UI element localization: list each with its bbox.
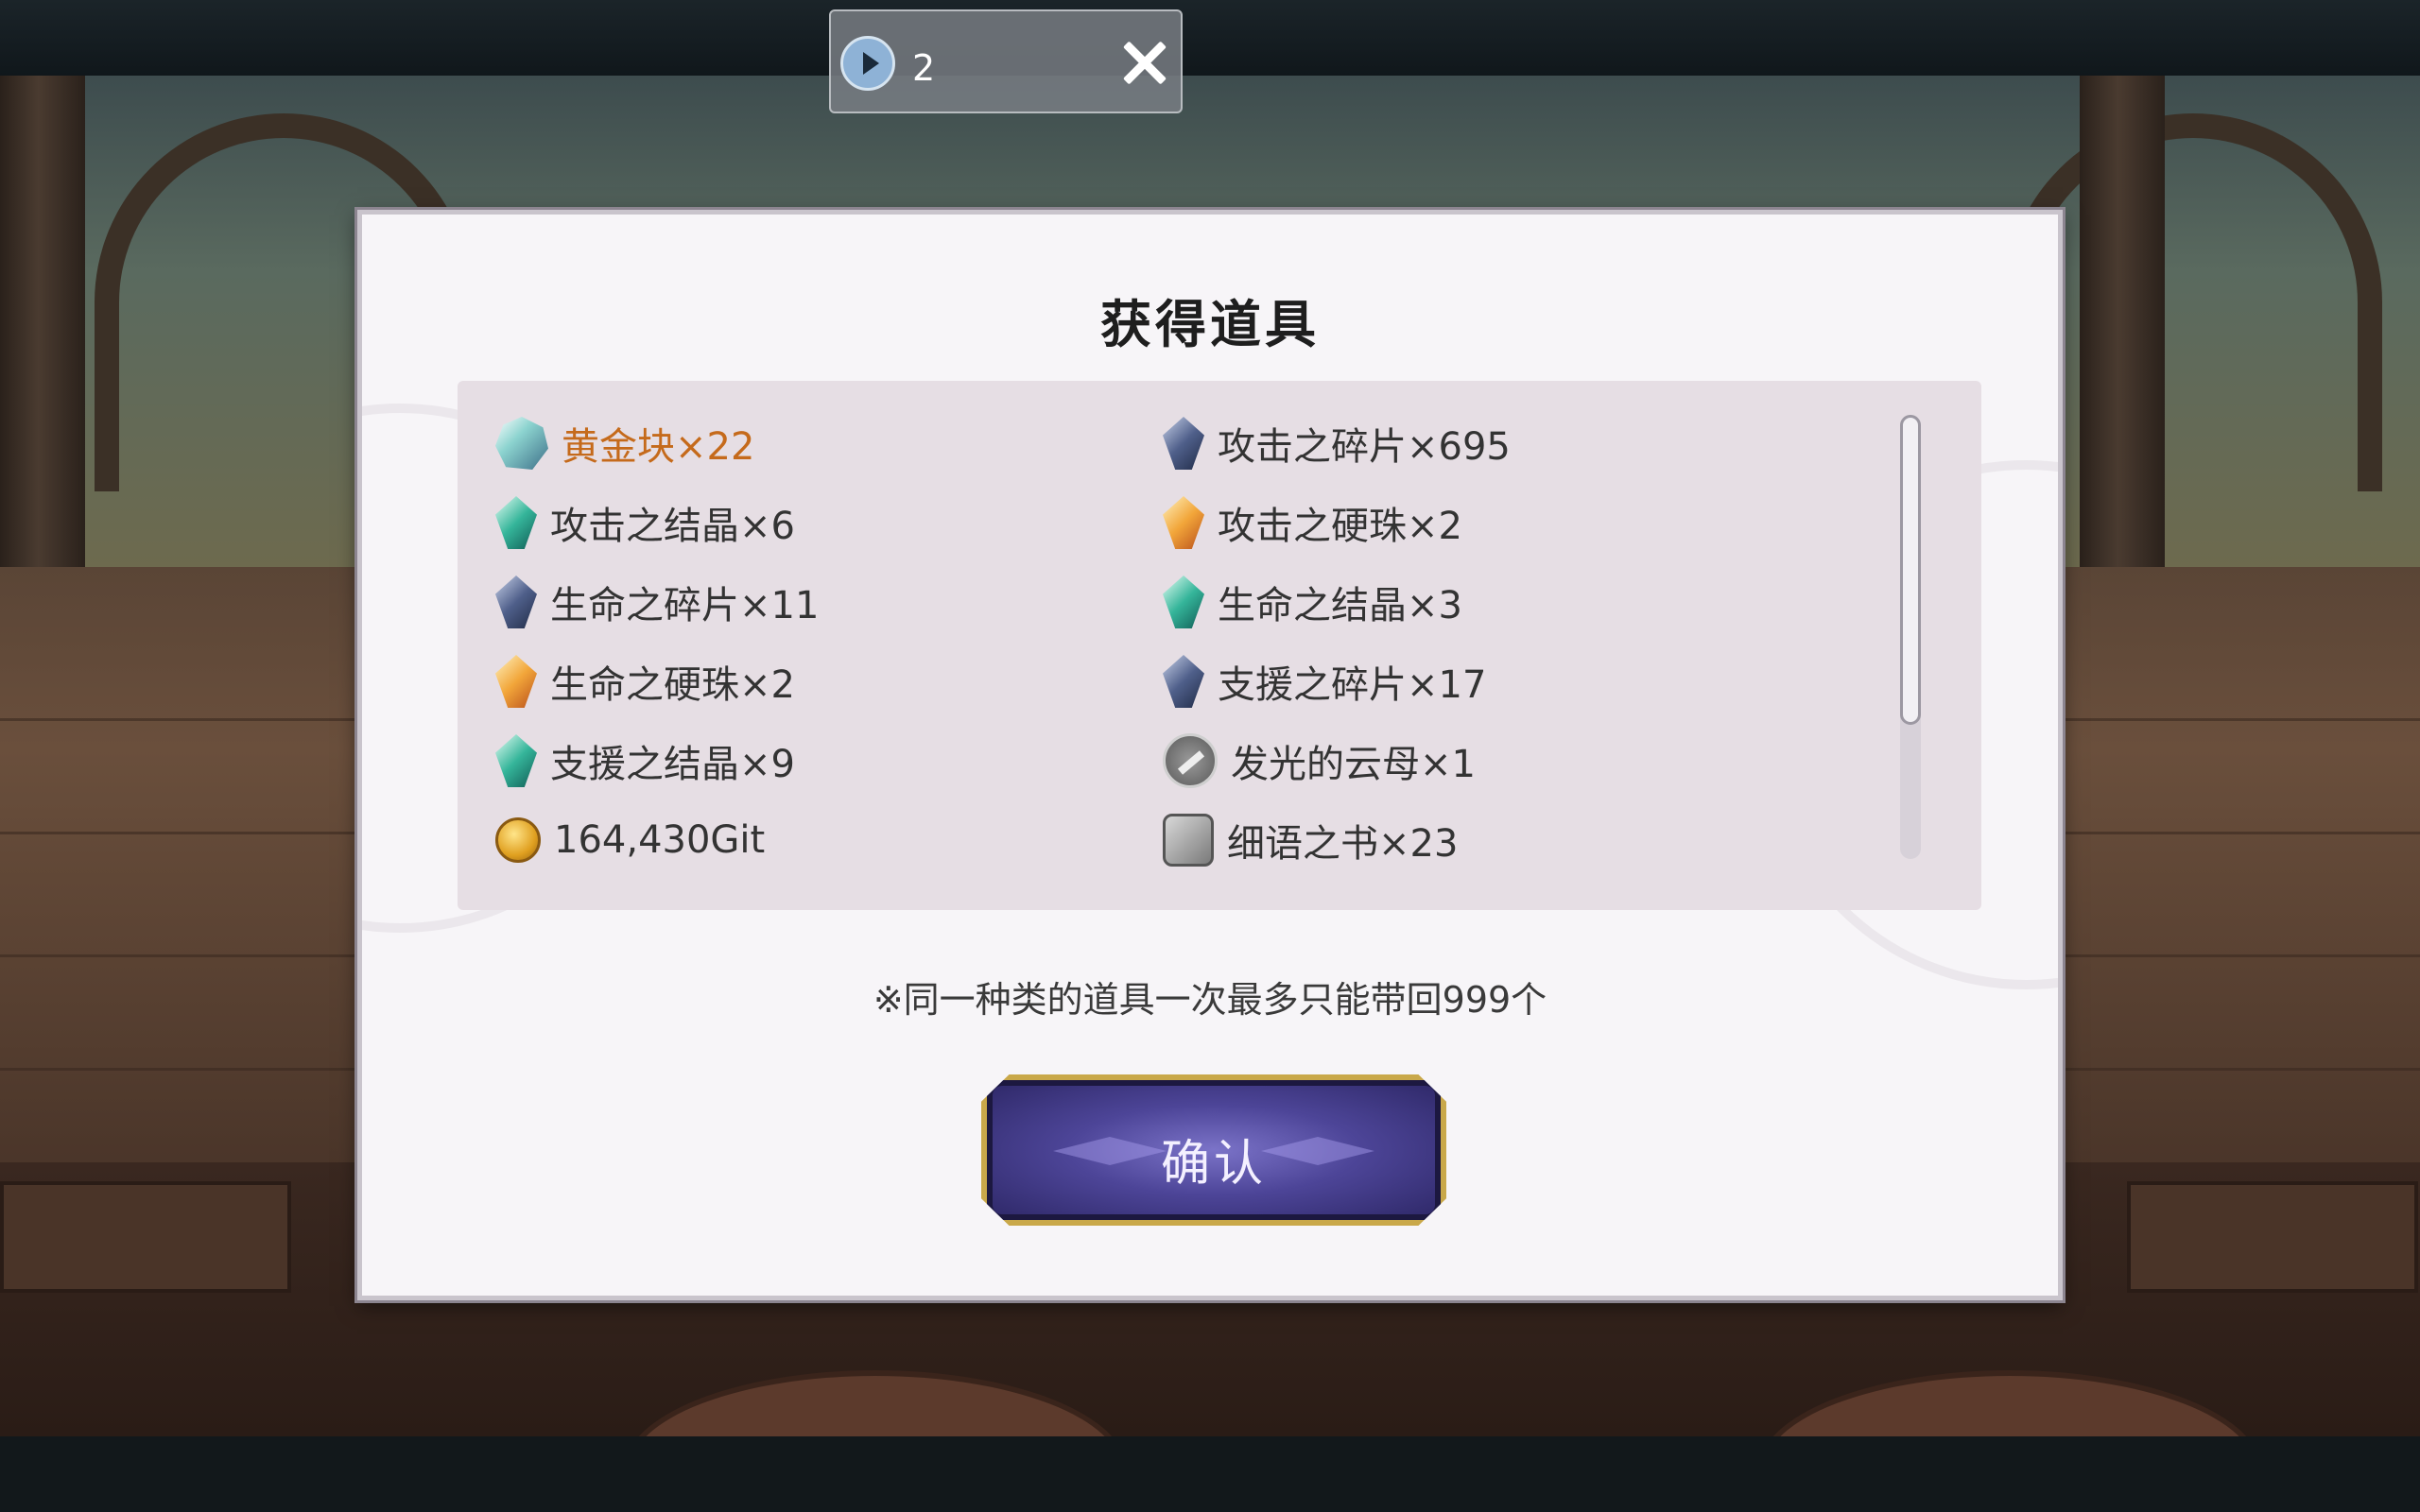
play-icon[interactable]	[840, 36, 895, 91]
list-item: 支援之碎片×17	[1163, 653, 1486, 710]
item-label: 生命之碎片×11	[550, 584, 820, 627]
confirm-button-label: 确认	[1160, 1136, 1267, 1193]
dialog-title: 获得道具	[1100, 295, 1320, 354]
support-crystal-icon	[495, 734, 537, 787]
list-item: 生命之碎片×11	[495, 574, 819, 630]
list-item: 支援之结晶×9	[495, 732, 795, 789]
attack-orb-icon	[1163, 496, 1204, 549]
coin-icon	[495, 817, 541, 863]
key-icon	[1163, 733, 1218, 788]
attack-shard-icon	[1163, 417, 1204, 470]
item-list: 黄金块×22 攻击之碎片×695 攻击之结晶×6 攻击之硬珠×2 生命之碎片×1…	[495, 415, 1857, 868]
notification-count: 2	[912, 47, 936, 89]
item-label: 164,430Git	[554, 818, 766, 862]
carry-limit-note: ※同一种类的道具一次最多只能带回999个	[873, 979, 1547, 1021]
top-frame	[0, 0, 2420, 76]
confirm-button[interactable]: 确认	[981, 1074, 1446, 1226]
list-item: 攻击之碎片×695	[1163, 415, 1511, 472]
scroll-thumb[interactable]	[1900, 415, 1921, 725]
item-list-scrollbar[interactable]	[1900, 415, 1921, 859]
list-item: 细语之书×23	[1163, 812, 1458, 868]
list-item: 攻击之结晶×6	[495, 494, 795, 551]
item-label: 黄金块×22	[562, 425, 755, 469]
item-label: 支援之碎片×17	[1218, 663, 1487, 707]
attack-crystal-icon	[495, 496, 537, 549]
item-list-panel[interactable]: 黄金块×22 攻击之碎片×695 攻击之结晶×6 攻击之硬珠×2 生命之碎片×1…	[458, 381, 1981, 910]
item-label: 攻击之碎片×695	[1218, 425, 1511, 469]
close-icon[interactable]	[1116, 34, 1173, 91]
notification-pill[interactable]: 2	[829, 9, 1183, 113]
book-icon	[1163, 814, 1214, 867]
item-label: 支援之结晶×9	[550, 743, 795, 786]
list-item: 生命之硬珠×2	[495, 653, 795, 710]
item-label: 攻击之硬珠×2	[1218, 505, 1462, 548]
gold-ore-icon	[495, 417, 548, 470]
list-item: 黄金块×22	[495, 415, 754, 472]
life-crystal-icon	[1163, 576, 1204, 628]
item-label: 生命之结晶×3	[1218, 584, 1462, 627]
list-item: 发光的云母×1	[1163, 732, 1476, 789]
life-shard-icon	[495, 576, 537, 628]
bottom-frame	[0, 1436, 2420, 1512]
item-label: 攻击之结晶×6	[550, 505, 795, 548]
item-label: 细语之书×23	[1227, 822, 1459, 866]
list-item: 攻击之硬珠×2	[1163, 494, 1462, 551]
support-shard-icon	[1163, 655, 1204, 708]
life-orb-icon	[495, 655, 537, 708]
item-obtained-dialog: 获得道具 黄金块×22 攻击之碎片×695 攻击之结晶×6 攻击之硬珠×2 生命	[357, 210, 2063, 1300]
item-label: 发光的云母×1	[1231, 743, 1476, 786]
list-item: 生命之结晶×3	[1163, 574, 1462, 630]
item-label: 生命之硬珠×2	[550, 663, 795, 707]
list-item: 164,430Git	[495, 812, 765, 868]
